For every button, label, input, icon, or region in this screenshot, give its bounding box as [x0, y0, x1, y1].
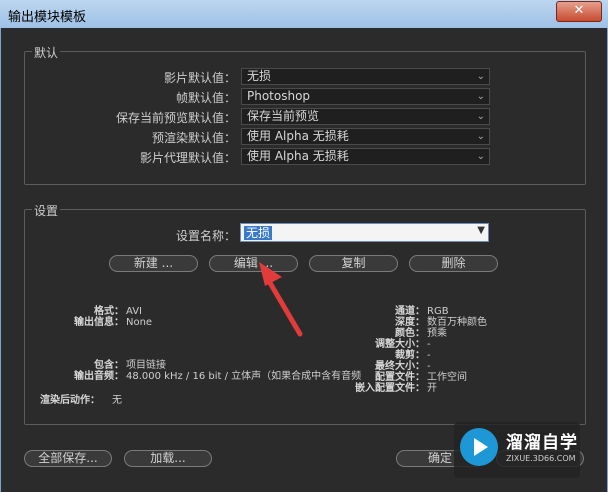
- annotation-arrow: [259, 262, 303, 337]
- play-logo-icon: [460, 428, 498, 466]
- watermark: 溜溜自学 ZIXUE.3D66.COM: [454, 422, 580, 478]
- watermark-name: 溜溜自学: [506, 433, 578, 453]
- watermark-url: ZIXUE.3D66.COM: [506, 454, 576, 463]
